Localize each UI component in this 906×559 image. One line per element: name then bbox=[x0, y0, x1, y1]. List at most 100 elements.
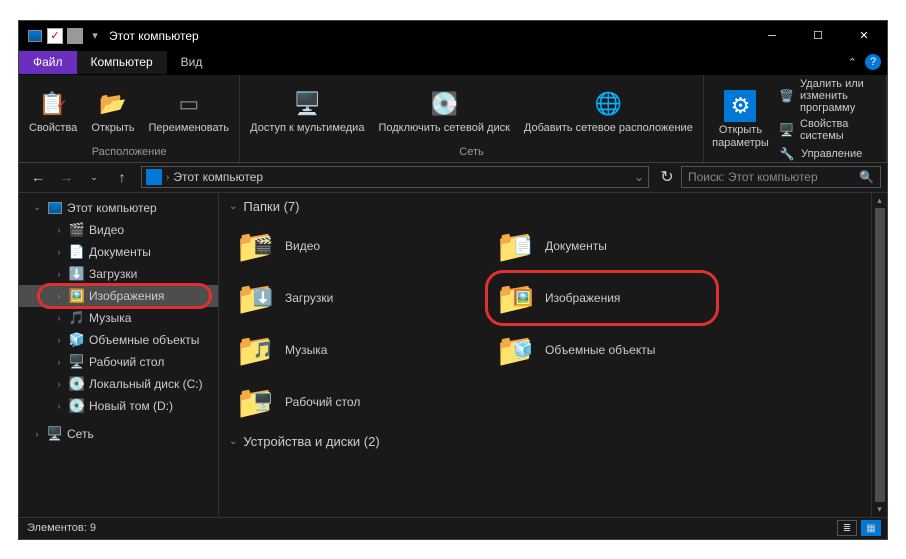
up-button[interactable]: ↑ bbox=[109, 165, 135, 189]
add-network-label: Добавить сетевое расположение bbox=[524, 122, 693, 134]
chevron-right-icon[interactable]: › bbox=[53, 291, 65, 301]
open-button[interactable]: 📂 Открыть bbox=[87, 86, 138, 136]
folders-section-header[interactable]: ⌄ Папки (7) bbox=[219, 193, 887, 220]
tiles-view-button[interactable]: ▦ bbox=[861, 520, 881, 536]
folder-icon: 🎵 bbox=[69, 310, 85, 326]
folder-icon: 📁🖥️ bbox=[233, 381, 275, 423]
pc-icon bbox=[47, 200, 63, 216]
folder-item[interactable]: 📁🖥️ Рабочий стол bbox=[229, 376, 489, 428]
breadcrumb-segment[interactable]: Этот компьютер bbox=[173, 170, 263, 184]
gear-icon: ⚙ bbox=[724, 90, 756, 122]
forward-button[interactable]: → bbox=[53, 165, 79, 189]
map-drive-button[interactable]: 💽 Подключить сетевой диск bbox=[374, 86, 513, 136]
folder-icon: 🧊 bbox=[69, 332, 85, 348]
folder-item[interactable]: 📁🎵 Музыка bbox=[229, 324, 489, 376]
folder-item[interactable]: 📁📄 Документы bbox=[489, 220, 749, 272]
folder-item[interactable]: 📁🖼️ Изображения bbox=[489, 272, 749, 324]
status-bar: Элементов: 9 ≣ ▦ bbox=[19, 517, 887, 539]
help-icon[interactable]: ? bbox=[865, 54, 881, 70]
tree-item[interactable]: › 💽 Новый том (D:) bbox=[19, 395, 218, 417]
recent-dropdown[interactable]: ⌄ bbox=[81, 165, 107, 189]
folder-icon: 📁🧊 bbox=[493, 329, 535, 371]
chevron-right-icon[interactable]: › bbox=[53, 401, 65, 411]
open-label: Открыть bbox=[91, 122, 134, 134]
system-small-buttons: 🗑️ Удалить или изменить программу 🖥️ Сво… bbox=[777, 77, 880, 163]
drives-header-label: Устройства и диски (2) bbox=[243, 434, 379, 449]
tab-computer[interactable]: Компьютер bbox=[77, 51, 167, 74]
chevron-down-icon[interactable]: ⌄ bbox=[31, 202, 43, 213]
address-bar[interactable]: › Этот компьютер ⌄ bbox=[141, 166, 649, 188]
properties-icon: 📋✓ bbox=[37, 88, 69, 120]
folder-label: Рабочий стол bbox=[285, 395, 360, 409]
content-pane[interactable]: ⌄ Папки (7) 📁🎬 Видео📁📄 Документы📁⬇️ Загр… bbox=[219, 193, 887, 517]
collapse-ribbon-icon[interactable]: ⌃ bbox=[848, 56, 857, 69]
rename-button[interactable]: ▭ Переименовать bbox=[145, 86, 234, 136]
sys-props-label: Свойства системы bbox=[800, 118, 878, 142]
folder-icon: ⬇️ bbox=[69, 266, 85, 282]
properties-label: Свойства bbox=[29, 122, 77, 134]
folder-icon: 📁🎵 bbox=[233, 329, 275, 371]
minimize-button[interactable]: ─ bbox=[749, 21, 795, 51]
ribbon-group-location: 📋✓ Свойства 📂 Открыть ▭ Переименовать Ра… bbox=[19, 75, 240, 162]
maximize-button[interactable]: ☐ bbox=[795, 21, 841, 51]
tree-item[interactable]: › 🖼️ Изображения bbox=[19, 285, 218, 307]
tree-item[interactable]: › 📄 Документы bbox=[19, 241, 218, 263]
tab-file[interactable]: Файл bbox=[19, 51, 77, 74]
properties-button[interactable]: 📋✓ Свойства bbox=[25, 86, 81, 136]
qat-dropdown-icon[interactable]: ▾ bbox=[87, 28, 103, 44]
chevron-right-icon[interactable]: › bbox=[53, 313, 65, 323]
tree-this-pc[interactable]: ⌄ Этот компьютер bbox=[19, 197, 218, 219]
tree-label: Объемные объекты bbox=[89, 333, 199, 347]
folder-item[interactable]: 📁⬇️ Загрузки bbox=[229, 272, 489, 324]
folder-item[interactable]: 📁🧊 Объемные объекты bbox=[489, 324, 749, 376]
back-button[interactable]: ← bbox=[25, 165, 51, 189]
drives-section-header[interactable]: ⌄ Устройства и диски (2) bbox=[219, 428, 887, 455]
search-input[interactable]: Поиск: Этот компьютер 🔍 bbox=[681, 166, 881, 188]
scroll-up-icon[interactable]: ▴ bbox=[877, 195, 882, 206]
address-dropdown-icon[interactable]: ⌄ bbox=[634, 170, 644, 184]
chevron-right-icon[interactable]: › bbox=[53, 225, 65, 235]
scrollbar-thumb[interactable] bbox=[875, 208, 885, 502]
folder-label: Загрузки bbox=[285, 291, 333, 305]
chevron-right-icon[interactable]: › bbox=[53, 357, 65, 367]
folder-item[interactable]: 📁🎬 Видео bbox=[229, 220, 489, 272]
address-bar-row: ← → ⌄ ↑ › Этот компьютер ⌄ ↻ Поиск: Этот… bbox=[19, 163, 887, 193]
chevron-right-icon[interactable]: › bbox=[31, 429, 43, 439]
chevron-right-icon[interactable]: › bbox=[53, 269, 65, 279]
close-button[interactable]: ✕ bbox=[841, 21, 887, 51]
open-folder-icon: 📂 bbox=[97, 88, 129, 120]
sys-props-button[interactable]: 🖥️ Свойства системы bbox=[777, 117, 880, 143]
manage-button[interactable]: 🔧 Управление bbox=[777, 145, 880, 163]
details-view-button[interactable]: ≣ bbox=[837, 520, 857, 536]
group-location-label: Расположение bbox=[25, 146, 233, 160]
qat-properties-icon[interactable]: ✓ bbox=[47, 28, 63, 44]
refresh-button[interactable]: ↻ bbox=[655, 167, 679, 187]
chevron-right-icon[interactable]: › bbox=[53, 335, 65, 345]
tree-item[interactable]: › 🖥️ Рабочий стол bbox=[19, 351, 218, 373]
tree-item[interactable]: › 🎬 Видео bbox=[19, 219, 218, 241]
folder-icon: 📄 bbox=[69, 244, 85, 260]
network-icon: 🖥️ bbox=[47, 426, 63, 442]
tree-item[interactable]: › 💽 Локальный диск (C:) bbox=[19, 373, 218, 395]
tree-network[interactable]: › 🖥️ Сеть bbox=[19, 423, 218, 445]
chevron-right-icon[interactable]: › bbox=[53, 247, 65, 257]
tree-item[interactable]: › ⬇️ Загрузки bbox=[19, 263, 218, 285]
tree-item[interactable]: › 🎵 Музыка bbox=[19, 307, 218, 329]
add-network-button[interactable]: 🌐 Добавить сетевое расположение bbox=[520, 86, 697, 136]
media-access-label: Доступ к мультимедиа bbox=[250, 122, 364, 134]
nav-tree[interactable]: ⌄ Этот компьютер › 🎬 Видео› 📄 Документы›… bbox=[19, 193, 219, 517]
ribbon: 📋✓ Свойства 📂 Открыть ▭ Переименовать Ра… bbox=[19, 75, 887, 163]
ribbon-group-system: ⚙ Открыть параметры 🗑️ Удалить или измен… bbox=[704, 75, 887, 162]
scroll-down-icon[interactable]: ▾ bbox=[877, 504, 882, 515]
tab-view[interactable]: Вид bbox=[167, 51, 217, 74]
chevron-right-icon[interactable]: › bbox=[53, 379, 65, 389]
uninstall-button[interactable]: 🗑️ Удалить или изменить программу bbox=[777, 77, 880, 115]
chevron-down-icon: ⌄ bbox=[229, 436, 237, 447]
vertical-scrollbar[interactable]: ▴ ▾ bbox=[871, 193, 887, 517]
folder-icon: 🖼️ bbox=[69, 288, 85, 304]
tree-item[interactable]: › 🧊 Объемные объекты bbox=[19, 329, 218, 351]
open-settings-button[interactable]: ⚙ Открыть параметры bbox=[710, 88, 771, 150]
media-access-button[interactable]: 🖥️ Доступ к мультимедиа bbox=[246, 86, 368, 136]
open-settings-label: Открыть параметры bbox=[712, 124, 769, 148]
qat-folder-icon[interactable] bbox=[67, 28, 83, 44]
